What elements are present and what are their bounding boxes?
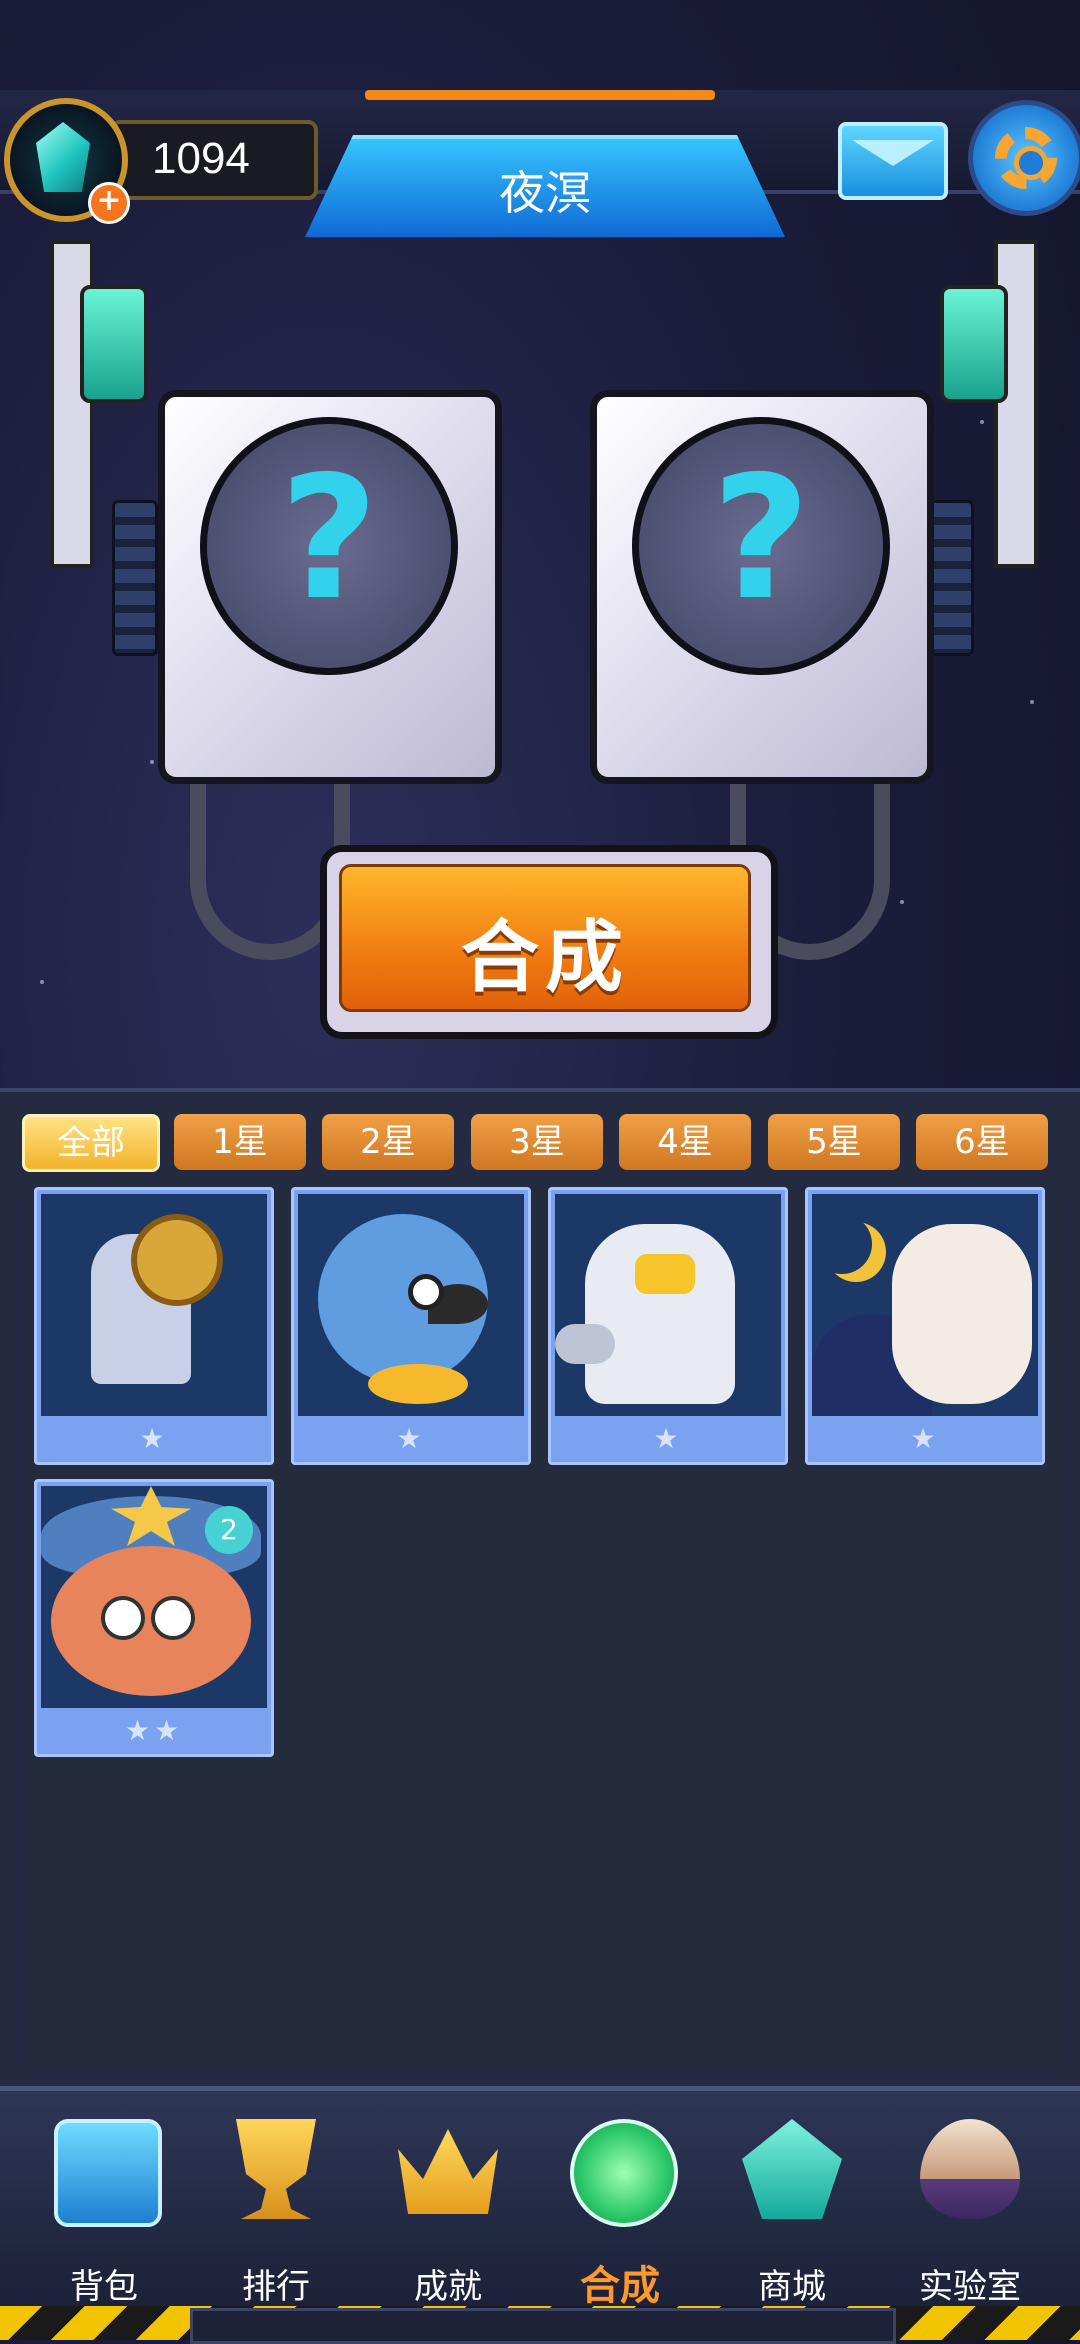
card-stars: ★ [653,1422,683,1455]
nav-lab[interactable]: 实验室 [890,2109,1050,2309]
pet-card[interactable]: 2 ★★ [34,1479,274,1757]
question-mark-icon: ? [711,440,811,638]
right-slot-circle: ? [632,417,890,675]
pet-card[interactable]: ★ [291,1187,531,1465]
pet-card[interactable]: ★ [34,1187,274,1465]
nav-label: 实验室 [919,2267,1021,2307]
flask-icon [570,2119,678,2227]
count-badge: 2 [205,1506,253,1554]
synthesize-label: 合成 [460,913,629,1003]
right-tank [940,285,1008,403]
parrot-portrait [298,1194,524,1416]
gem-icon[interactable]: + [4,98,130,224]
pet-card[interactable]: ★ [805,1187,1045,1465]
settings-button[interactable] [968,100,1080,216]
tab-4-star[interactable]: 4星 [619,1114,751,1170]
left-gear-stack [112,500,158,656]
left-tank [80,285,148,403]
nav-achievements[interactable]: 成就 [368,2109,528,2309]
plus-icon[interactable]: + [88,182,130,224]
gear-hub [1014,146,1048,180]
robot-girl-portrait [41,1194,267,1416]
tab-2-star[interactable]: 2星 [322,1114,454,1170]
tab-all[interactable]: 全部 [22,1114,160,1172]
star-decoration [980,420,984,424]
nav-label: 排行 [242,2267,310,2307]
gem-crystal [36,122,90,192]
card-stars: ★★ [124,1714,184,1747]
gem-counter: 1094 [110,120,318,200]
synthesize-frame: 合成 [320,845,778,1039]
card-stars: ★ [910,1422,940,1455]
tab-3-star[interactable]: 3星 [471,1114,603,1170]
mail-button[interactable] [838,122,948,200]
trophy-icon [236,2119,316,2219]
crystal-shop-icon [742,2119,842,2219]
inventory-panel: 全部 1星 2星 3星 4星 5星 6星 ★ ★ ★ ★ 2 ★★ [0,1088,1080,2092]
question-mark-icon: ? [279,440,379,638]
left-slot-circle: ? [200,417,458,675]
player-name-plate: 夜溟 [305,135,785,237]
astronaut-portrait [555,1194,781,1416]
crown-icon [398,2129,498,2214]
card-stars: ★ [139,1422,169,1455]
bottom-nav: 背包 排行 成就 合成 商城 实验室 [0,2086,1080,2311]
right-slot[interactable]: ? [590,390,934,784]
backpack-icon [54,2119,162,2227]
egg-icon [920,2119,1020,2219]
mail-icon [852,140,934,166]
synthesize-button[interactable]: 合成 [339,864,751,1012]
star-decoration [40,980,44,984]
tab-1-star[interactable]: 1星 [174,1114,306,1170]
gem-count: 1094 [152,134,250,183]
tab-5-star[interactable]: 5星 [768,1114,900,1170]
nav-label: 商城 [758,2267,826,2307]
top-bar: 1094 + 夜溟 [0,60,1080,240]
star-decoration [150,760,154,764]
star-decoration [900,900,904,904]
left-slot[interactable]: ? [158,390,502,784]
nav-shop[interactable]: 商城 [712,2109,872,2309]
top-accent-strip [365,90,715,100]
moon-bunny-portrait [812,1194,1038,1416]
footer-bar [190,2308,896,2344]
nav-synthesize[interactable]: 合成 [540,2109,700,2309]
player-name: 夜溟 [499,166,591,220]
card-grid: ★ ★ ★ ★ 2 ★★ [28,1187,1068,2067]
nav-backpack[interactable]: 背包 [24,2109,184,2309]
star-filter-tabs: 全部 1星 2星 3星 4星 5星 6星 [22,1114,1062,1174]
pet-card[interactable]: ★ [548,1187,788,1465]
right-gear-stack [928,500,974,656]
tab-6-star[interactable]: 6星 [916,1114,1048,1170]
nav-label: 成就 [414,2267,482,2307]
nav-ranking[interactable]: 排行 [196,2109,356,2309]
nav-label: 合成 [580,2263,660,2309]
card-stars: ★ [396,1422,426,1455]
nav-label: 背包 [70,2267,138,2307]
star-decoration [1030,700,1034,704]
